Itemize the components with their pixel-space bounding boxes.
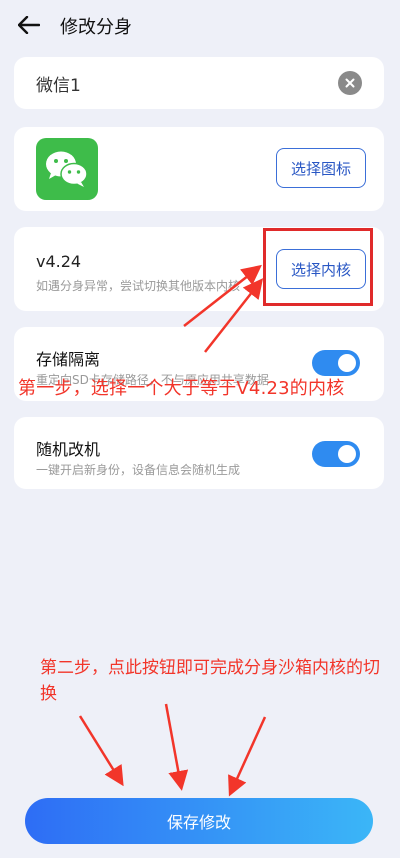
- icon-card: 选择图标: [14, 127, 384, 211]
- annotation-arrow: [164, 703, 189, 791]
- annotation-arrow: [78, 715, 124, 787]
- clear-icon[interactable]: [338, 71, 362, 95]
- core-version: v4.24: [36, 252, 82, 271]
- annotation-arrow: [228, 716, 267, 797]
- save-button[interactable]: 保存修改: [25, 798, 373, 844]
- back-arrow-icon[interactable]: [16, 12, 42, 38]
- random-device-toggle[interactable]: [312, 441, 360, 467]
- clone-name-input[interactable]: 微信1: [36, 71, 81, 96]
- choose-icon-button[interactable]: 选择图标: [276, 148, 366, 188]
- annotation-step-2: 第二步，点此按钮即可完成分身沙箱内核的切换: [40, 658, 380, 704]
- annotation-step-1: 第一步，选择一个大于等于V4.23的内核: [18, 378, 345, 399]
- clone-name-field[interactable]: 微信1: [14, 57, 384, 109]
- random-device-card: 随机改机 一键开启新身份，设备信息会随机生成: [14, 417, 384, 489]
- top-bar: 修改分身: [0, 0, 400, 50]
- storage-isolation-title: 存储隔离: [36, 350, 101, 369]
- random-device-title: 随机改机: [36, 440, 101, 459]
- random-device-description: 一键开启新身份，设备信息会随机生成: [36, 463, 241, 477]
- core-hint: 如遇分身异常，尝试切换其他版本内核: [36, 279, 241, 293]
- wechat-icon: [36, 138, 98, 200]
- page-title: 修改分身: [60, 17, 132, 38]
- storage-isolation-toggle[interactable]: [312, 350, 360, 376]
- annotation-highlight-box: [263, 228, 373, 306]
